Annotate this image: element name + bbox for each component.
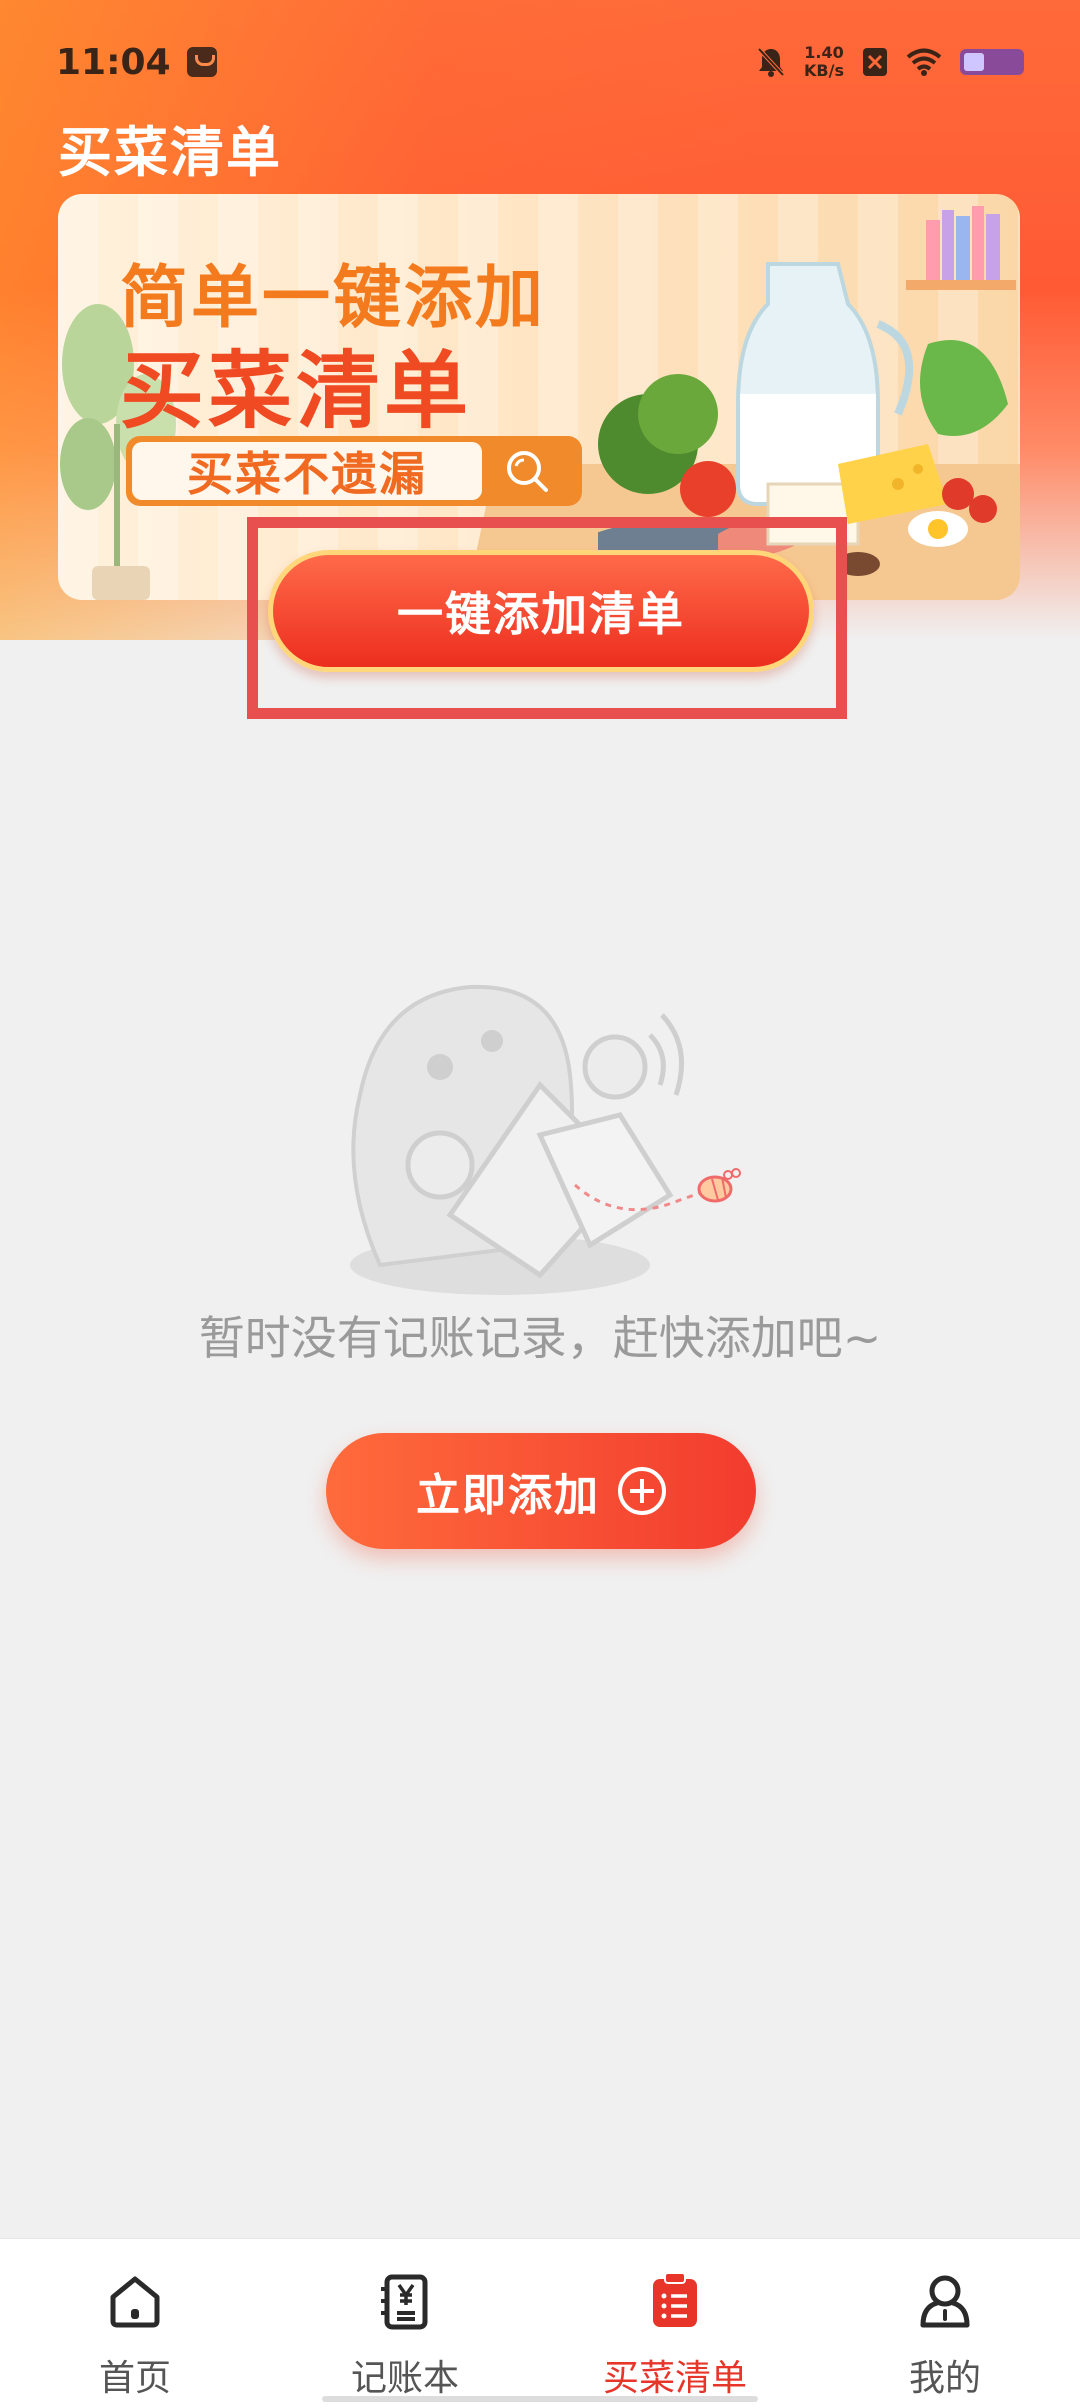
- page-title: 买菜清单: [58, 121, 282, 184]
- wifi-icon: [906, 48, 942, 76]
- status-left: 11:04: [56, 42, 217, 83]
- empty-state-message: 暂时没有记账记录，赶快添加吧~: [198, 1311, 882, 1365]
- nav-label-ledger: 记账本: [350, 2358, 459, 2399]
- user-icon: [920, 2275, 970, 2328]
- network-speed: 1.40 KB/s: [804, 44, 844, 80]
- battery-icon: [960, 49, 1024, 75]
- status-right: 1.40 KB/s: [756, 44, 1024, 80]
- empty-state-illustration: [350, 984, 741, 1295]
- nav-label-shopping-list: 买菜清单: [602, 2358, 747, 2399]
- mute-bell-icon: [757, 47, 785, 77]
- bottom-nav: 首页 记账本 买菜清单 我的: [0, 2238, 1080, 2408]
- nav-item-home[interactable]: 首页: [0, 2239, 270, 2408]
- network-speed-unit: KB/s: [804, 61, 844, 80]
- home-icon: [110, 2276, 160, 2328]
- home-indicator[interactable]: [322, 2396, 758, 2402]
- nav-item-profile[interactable]: 我的: [810, 2239, 1080, 2408]
- one-click-add-list-button[interactable]: 一键添加清单: [268, 550, 814, 672]
- nav-label-home: 首页: [98, 2358, 171, 2399]
- nav-label-profile: 我的: [908, 2358, 981, 2399]
- nav-item-shopping-list[interactable]: 买菜清单: [540, 2239, 810, 2408]
- search-icon: [507, 451, 548, 492]
- status-bar: 11:04 1.40 KB/s: [0, 0, 1080, 124]
- add-now-button[interactable]: 立即添加: [326, 1433, 756, 1549]
- no-sim-icon: [863, 48, 887, 76]
- add-now-button-label: 立即添加: [416, 1470, 600, 1521]
- banner-search-bar: 买菜不遗漏: [126, 436, 582, 506]
- notification-bag-icon: [186, 47, 217, 77]
- ledger-icon: [381, 2274, 428, 2330]
- nav-item-ledger[interactable]: 记账本: [270, 2239, 540, 2408]
- plus-circle-icon: [618, 1467, 666, 1515]
- clipboard-list-icon: [653, 2272, 697, 2327]
- banner-search-text: 买菜不遗漏: [132, 442, 482, 501]
- status-time: 11:04: [56, 41, 171, 83]
- network-speed-value: 1.40: [804, 43, 844, 62]
- banner-headline-line2: 买菜清单: [120, 342, 473, 440]
